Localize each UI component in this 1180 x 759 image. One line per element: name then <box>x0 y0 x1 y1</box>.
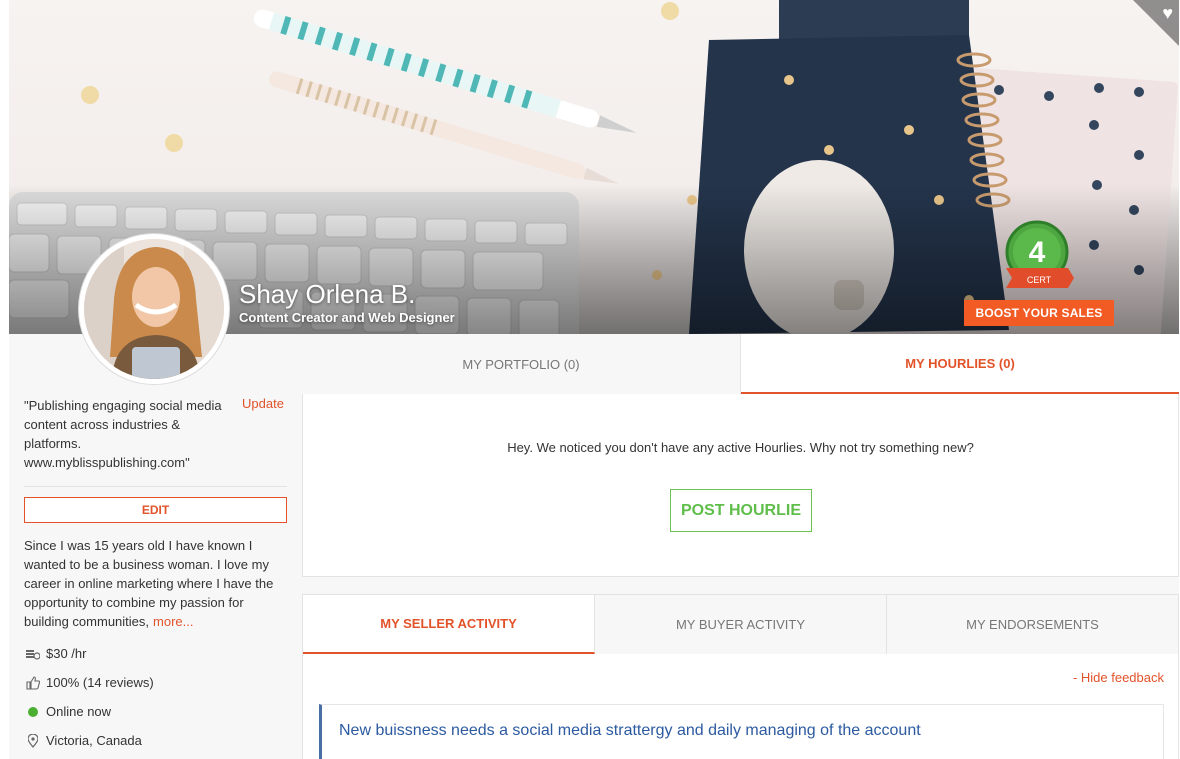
avatar-photo <box>84 239 224 379</box>
status-row: Online now <box>24 704 111 719</box>
hide-feedback-link[interactable]: - Hide feedback <box>1073 670 1164 685</box>
hourly-rate: $30 /hr <box>46 646 87 661</box>
post-hourlie-button[interactable]: POST HOURLIE <box>670 489 812 532</box>
avatar[interactable] <box>79 234 229 384</box>
profile-title: Content Creator and Web Designer <box>239 310 455 325</box>
profile-main: MY PORTFOLIO (0) MY HOURLIES (0) Hey. We… <box>302 334 1179 759</box>
tab-buyer-activity[interactable]: MY BUYER ACTIVITY <box>595 595 887 654</box>
money-stack-icon <box>24 648 42 660</box>
boost-sales-button[interactable]: BOOST YOUR SALES <box>964 300 1114 326</box>
online-status: Online now <box>46 704 112 719</box>
cert-badge-icon: 4 CERT <box>1005 220 1074 288</box>
hourlies-panel: Hey. We noticed you don't have any activ… <box>302 394 1179 577</box>
map-pin-icon <box>24 733 42 748</box>
tab-portfolio[interactable]: MY PORTFOLIO (0) <box>302 334 741 394</box>
hourlies-empty-message: Hey. We noticed you don't have any activ… <box>507 440 974 455</box>
cert-level: 4 <box>1029 236 1046 269</box>
update-link[interactable]: Update <box>242 396 284 411</box>
more-link[interactable]: more... <box>153 614 193 629</box>
profile-name: Shay Orlena B. <box>239 279 416 309</box>
rating: 100% (14 reviews) <box>46 675 154 690</box>
feedback-title-link[interactable]: New buissness needs a social media strat… <box>339 722 921 740</box>
edit-button[interactable]: EDIT <box>24 497 287 523</box>
location-row: Victoria, Canada <box>24 733 142 748</box>
portfolio-tabs: MY PORTFOLIO (0) MY HOURLIES (0) <box>302 334 1179 394</box>
rate-row: $30 /hr <box>24 646 86 661</box>
sidebar-divider <box>24 486 287 487</box>
tab-hourlies[interactable]: MY HOURLIES (0) <box>741 334 1179 394</box>
activity-tabs: MY SELLER ACTIVITY MY BUYER ACTIVITY MY … <box>302 594 1179 654</box>
location: Victoria, Canada <box>46 733 142 748</box>
feedback-card: New buissness needs a social media strat… <box>319 704 1164 759</box>
activity-panel: - Hide feedback New buissness needs a so… <box>302 654 1179 759</box>
heart-icon: ♥ <box>1162 3 1173 23</box>
thumbs-up-icon <box>24 675 42 690</box>
tab-endorsements[interactable]: MY ENDORSEMENTS <box>887 595 1178 654</box>
profile-sidebar: "Publishing engaging social media conten… <box>9 334 302 759</box>
online-dot-icon <box>24 706 42 717</box>
bio-text: Since I was 15 years old I have known I … <box>24 538 274 629</box>
profile-bio: Since I was 15 years old I have known I … <box>24 536 289 631</box>
rating-row: 100% (14 reviews) <box>24 675 154 690</box>
cert-label: CERT <box>1027 275 1052 285</box>
favorite-toggle[interactable]: ♥ <box>1133 0 1179 46</box>
profile-quote: "Publishing engaging social media conten… <box>24 398 222 470</box>
tab-seller-activity[interactable]: MY SELLER ACTIVITY <box>303 595 595 654</box>
